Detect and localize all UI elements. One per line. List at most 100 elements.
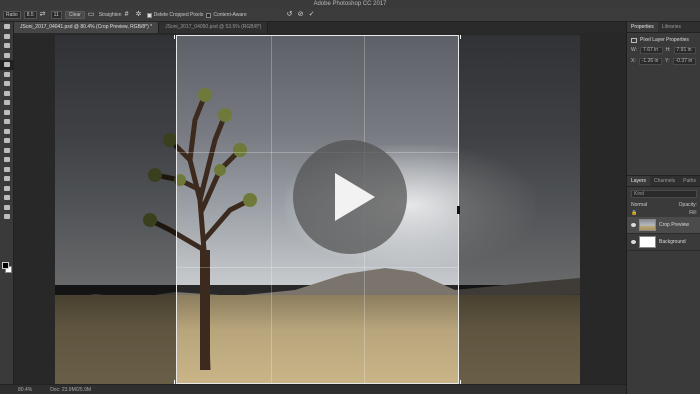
history-brush-tool-icon[interactable] bbox=[0, 108, 14, 118]
crop-handle-right[interactable] bbox=[457, 206, 460, 214]
cancel-icon[interactable]: ⊘ bbox=[298, 11, 306, 19]
overlay-grid-icon[interactable]: # bbox=[125, 11, 133, 19]
delete-cropped-checkmark bbox=[146, 12, 152, 18]
crop-options-bar: Ratio 8.5 ⇄ 11 Clear ▭ Straighten # ✲ De… bbox=[0, 9, 700, 22]
crop-tool-icon[interactable] bbox=[0, 60, 14, 70]
marquee-tool-icon[interactable] bbox=[0, 32, 14, 42]
ratio-width-field[interactable]: 8.5 bbox=[23, 11, 37, 19]
lock-icons[interactable]: 🔒 bbox=[631, 210, 637, 216]
play-icon bbox=[335, 173, 375, 221]
ratio-height-field[interactable]: 11 bbox=[50, 11, 62, 19]
layer-filter-label: Kind bbox=[634, 191, 645, 197]
document-tab-2[interactable]: JSoni_2017_04050.psd @ 53.5% (RGB/8*) bbox=[159, 22, 269, 33]
canvas-area[interactable] bbox=[14, 33, 626, 384]
quick-select-tool-icon[interactable] bbox=[0, 51, 14, 61]
document-tab-1[interactable]: JSoni_2017_04041.psd @ 80.4% (Crop Previ… bbox=[14, 22, 160, 33]
blend-mode-dropdown[interactable]: Normal bbox=[631, 202, 647, 208]
gear-icon[interactable]: ✲ bbox=[136, 11, 144, 19]
crop-handle-top-right[interactable] bbox=[455, 35, 461, 39]
pen-tool-icon[interactable] bbox=[0, 155, 14, 165]
clear-button[interactable]: Clear bbox=[64, 11, 85, 19]
gradient-tool-icon[interactable] bbox=[0, 127, 14, 137]
crop-shield-right bbox=[459, 35, 580, 384]
doc-size: Doc: 23.9M/25.9M bbox=[50, 386, 92, 393]
fill-label[interactable]: Fill: bbox=[689, 210, 697, 216]
crop-grid-line bbox=[270, 36, 272, 383]
tab-layers[interactable]: Layers bbox=[627, 176, 651, 186]
layer-fill-row: 🔒 Fill: bbox=[627, 209, 700, 217]
h-label: H: bbox=[665, 47, 671, 53]
more-tools-icon[interactable] bbox=[0, 212, 14, 222]
eye-icon[interactable] bbox=[631, 240, 636, 244]
crop-handle-top-left[interactable] bbox=[174, 35, 180, 39]
delete-cropped-checkbox[interactable]: Delete Cropped Pixels bbox=[146, 11, 204, 20]
layer-name: Crop Preview bbox=[659, 222, 690, 228]
layers-panel: Layers Channels Paths Kind Normal Opacit… bbox=[627, 175, 700, 394]
straighten-icon[interactable]: ▭ bbox=[88, 11, 96, 19]
h-field[interactable]: 7.91 in bbox=[673, 47, 696, 54]
ratio-label: Ratio bbox=[6, 12, 18, 18]
lasso-tool-icon[interactable] bbox=[0, 41, 14, 51]
crop-grid-line bbox=[177, 267, 458, 269]
path-select-tool-icon[interactable] bbox=[0, 174, 14, 184]
y-field[interactable]: -0.37 in bbox=[672, 58, 696, 65]
tools-panel bbox=[0, 22, 14, 384]
properties-tabs: Properties Libraries bbox=[627, 22, 700, 33]
zoom-level[interactable]: 80.4% bbox=[18, 387, 32, 393]
pixel-layer-icon bbox=[631, 37, 637, 43]
content-aware-checkmark bbox=[206, 12, 212, 18]
w-field[interactable]: 7.67 in bbox=[640, 47, 663, 54]
layer-name: Background bbox=[659, 239, 686, 245]
commit-icon[interactable]: ✓ bbox=[309, 11, 317, 19]
crop-shield-left bbox=[55, 35, 176, 384]
zoom-tool-icon[interactable] bbox=[0, 203, 14, 213]
tab-channels[interactable]: Channels bbox=[650, 176, 679, 186]
photoshop-window: Adobe Photoshop CC 2017 Ratio 8.5 ⇄ 11 C… bbox=[0, 0, 700, 394]
move-tool-icon[interactable] bbox=[0, 22, 14, 32]
x-field[interactable]: -1.26 in bbox=[638, 58, 663, 65]
tab-properties[interactable]: Properties bbox=[627, 22, 658, 32]
hand-tool-icon[interactable] bbox=[0, 193, 14, 203]
content-aware-label: Content-Aware bbox=[213, 12, 247, 18]
delete-cropped-label: Delete Cropped Pixels bbox=[153, 12, 204, 18]
straighten-button[interactable]: Straighten bbox=[99, 11, 122, 20]
reset-icon[interactable]: ↺ bbox=[287, 11, 295, 19]
document-tabs: JSoni_2017_04041.psd @ 80.4% (Crop Previ… bbox=[14, 22, 626, 33]
swap-icon[interactable]: ⇄ bbox=[40, 11, 48, 19]
layer-filter-dropdown[interactable]: Kind bbox=[631, 190, 697, 198]
status-bar: 80.4% Doc: 23.9M/25.9M bbox=[0, 384, 626, 394]
y-label: Y: bbox=[665, 58, 670, 64]
layer-thumbnail bbox=[639, 236, 656, 248]
window-title: Adobe Photoshop CC 2017 bbox=[0, 0, 700, 9]
w-label: W: bbox=[631, 47, 638, 53]
content-aware-checkbox[interactable]: Content-Aware bbox=[206, 11, 247, 20]
layer-row[interactable]: Crop Preview bbox=[627, 217, 700, 234]
ratio-height-value: 11 bbox=[53, 12, 59, 18]
eye-icon[interactable] bbox=[631, 223, 636, 227]
dodge-tool-icon[interactable] bbox=[0, 146, 14, 156]
layers-tabs: Layers Channels Paths bbox=[627, 176, 700, 187]
clone-stamp-tool-icon[interactable] bbox=[0, 98, 14, 108]
tab-libraries[interactable]: Libraries bbox=[658, 22, 685, 32]
tab-paths[interactable]: Paths bbox=[679, 176, 700, 186]
size-row: W: 7.67 in H: 7.91 in bbox=[627, 45, 700, 56]
type-tool-icon[interactable] bbox=[0, 165, 14, 175]
layer-options: Normal Opacity: bbox=[627, 201, 700, 209]
properties-header: Pixel Layer Properties bbox=[627, 33, 700, 45]
shape-tool-icon[interactable] bbox=[0, 184, 14, 194]
play-button[interactable] bbox=[293, 140, 407, 254]
layer-thumbnail bbox=[639, 219, 656, 231]
brush-tool-icon[interactable] bbox=[0, 89, 14, 99]
layer-row[interactable]: Background bbox=[627, 234, 700, 251]
x-label: X: bbox=[631, 58, 636, 64]
properties-title: Pixel Layer Properties bbox=[640, 37, 689, 43]
eraser-tool-icon[interactable] bbox=[0, 117, 14, 127]
healing-tool-icon[interactable] bbox=[0, 79, 14, 89]
ratio-width-value: 8.5 bbox=[26, 12, 34, 18]
ratio-dropdown[interactable]: Ratio bbox=[3, 11, 21, 19]
straighten-label: Straighten bbox=[98, 12, 122, 18]
blur-tool-icon[interactable] bbox=[0, 136, 14, 146]
foreground-color-swatch[interactable] bbox=[2, 262, 9, 269]
eyedropper-tool-icon[interactable] bbox=[0, 70, 14, 80]
opacity-label[interactable]: Opacity: bbox=[679, 202, 697, 208]
